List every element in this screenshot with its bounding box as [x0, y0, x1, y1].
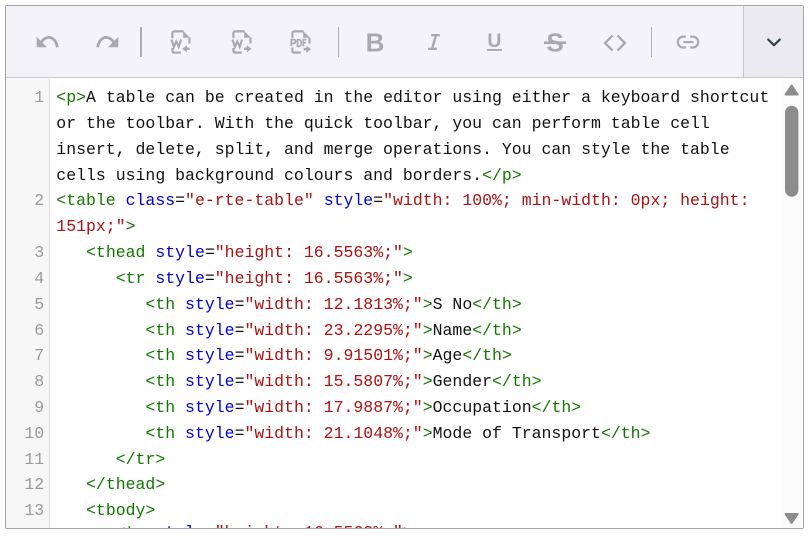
svg-text:U: U	[487, 30, 501, 52]
svg-text:B: B	[365, 27, 384, 57]
